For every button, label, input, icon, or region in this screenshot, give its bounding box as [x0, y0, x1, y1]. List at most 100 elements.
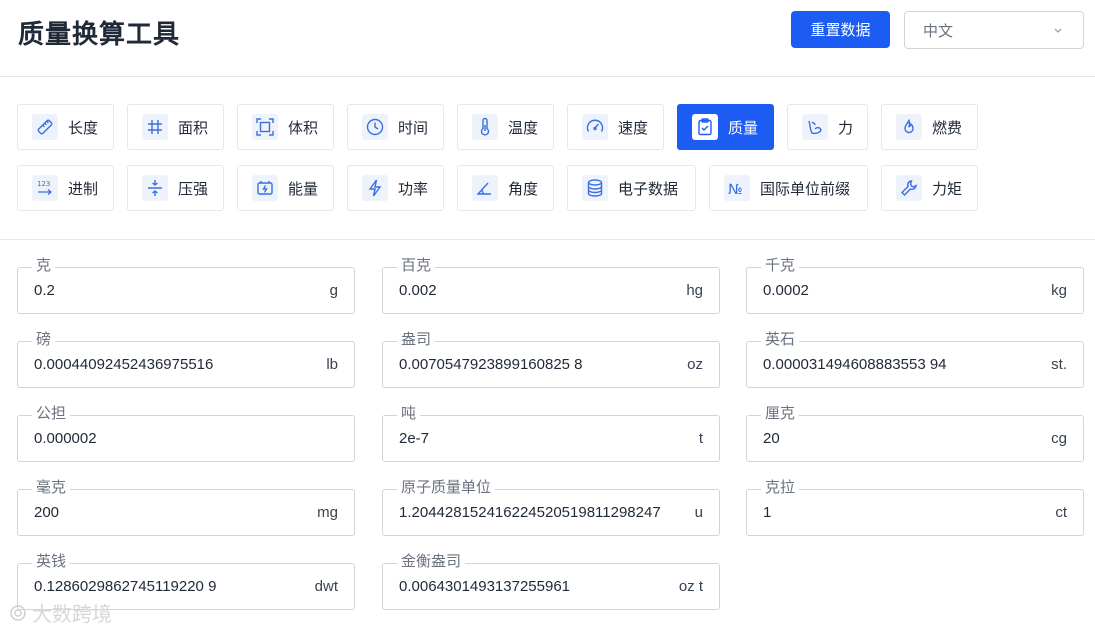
speedometer-icon: [582, 114, 608, 140]
field-unit: st.: [1051, 356, 1067, 373]
category-angle[interactable]: 角度: [457, 165, 554, 211]
flame-icon: [896, 114, 922, 140]
compress-icon: [142, 175, 168, 201]
field-value[interactable]: 1.204428152416224520519811298247474: [399, 503, 661, 523]
watermark: 大数跨境: [8, 598, 112, 627]
category-label: 能量: [288, 180, 319, 198]
svg-text:№: №: [728, 182, 743, 198]
category-volume[interactable]: 体积: [237, 104, 334, 150]
category-area[interactable]: 面积: [127, 104, 224, 150]
field-label: 英石: [761, 330, 800, 350]
unit-field-ton[interactable]: 吨 2e-7 t: [382, 404, 720, 462]
numero-icon: №: [724, 175, 750, 201]
field-unit: cg: [1051, 430, 1067, 447]
language-value: 中文: [923, 22, 954, 40]
field-unit: t: [698, 430, 703, 447]
thermometer-icon: [472, 114, 498, 140]
unit-field-milligram[interactable]: 毫克 200 mg: [17, 478, 355, 536]
field-label: 千克: [761, 256, 800, 276]
category-label: 力: [838, 119, 854, 137]
category-speed[interactable]: 速度: [567, 104, 664, 150]
unit-field-gram[interactable]: 克 0.2 g: [17, 256, 355, 314]
category-label: 燃费: [932, 119, 963, 137]
field-label: 克: [32, 256, 56, 276]
field-unit: u: [694, 504, 703, 521]
category-label: 温度: [508, 119, 539, 137]
lightning-icon: [362, 175, 388, 201]
field-value[interactable]: 2e-7: [399, 429, 661, 449]
field-label: 公担: [32, 404, 71, 424]
category-mass[interactable]: 质量: [677, 104, 774, 150]
category-label: 国际单位前缀: [760, 180, 851, 198]
category-label: 体积: [288, 119, 319, 137]
field-label: 原子质量单位: [397, 478, 496, 498]
field-value[interactable]: 0.1286029862745119220 9: [34, 577, 296, 597]
category-power[interactable]: 功率: [347, 165, 444, 211]
svg-text:123: 123: [37, 180, 50, 188]
field-value[interactable]: 0.00044092452436975516: [34, 355, 296, 375]
category-label: 长度: [68, 119, 99, 137]
battery-charge-icon: [252, 175, 278, 201]
category-label: 压强: [178, 180, 209, 198]
category-label: 速度: [618, 119, 649, 137]
field-value[interactable]: 0.0070547923899160825 8: [399, 355, 661, 375]
angle-icon: [472, 175, 498, 201]
category-energy[interactable]: 能量: [237, 165, 334, 211]
field-unit: oz: [687, 356, 703, 373]
category-bar: 长度 面积 体积 时间 温度 速度 质量 力 燃费 123 进制 压强 能量 功…: [0, 77, 1095, 240]
field-unit: ct: [1055, 504, 1067, 521]
field-value[interactable]: 0.002: [399, 281, 661, 301]
hash-icon: [142, 114, 168, 140]
muscle-icon: [802, 114, 828, 140]
category-force[interactable]: 力: [787, 104, 868, 150]
database-icon: [582, 175, 608, 201]
field-unit: lb: [326, 356, 338, 373]
language-select[interactable]: 中文: [904, 11, 1084, 49]
field-unit: g: [329, 282, 338, 299]
clock-icon: [362, 114, 388, 140]
unit-field-kilogram[interactable]: 千克 0.0002 kg: [746, 256, 1084, 314]
field-value[interactable]: 0.2: [34, 281, 296, 301]
wrench-icon: [896, 175, 922, 201]
watermark-logo-icon: [10, 604, 26, 621]
field-value[interactable]: 0.000031494608883553 94: [763, 355, 1025, 375]
category-data[interactable]: 电子数据: [567, 165, 696, 211]
field-label: 克拉: [761, 478, 800, 498]
field-value[interactable]: 200: [34, 503, 296, 523]
category-label: 角度: [508, 180, 539, 198]
page-title: 质量换算工具: [18, 19, 181, 49]
unit-field-centigram[interactable]: 厘克 20 cg: [746, 404, 1084, 462]
ruler-icon: [32, 114, 58, 140]
category-label: 电子数据: [618, 180, 679, 198]
field-label: 厘克: [761, 404, 800, 424]
field-value[interactable]: 0.0002: [763, 281, 1025, 301]
category-length[interactable]: 长度: [17, 104, 114, 150]
field-value[interactable]: 1: [763, 503, 1025, 523]
field-label: 盎司: [397, 330, 436, 350]
unit-field-quintal[interactable]: 公担 0.000002: [17, 404, 355, 462]
category-temperature[interactable]: 温度: [457, 104, 554, 150]
category-fuel[interactable]: 燃费: [881, 104, 978, 150]
category-torque[interactable]: 力矩: [881, 165, 978, 211]
category-radix[interactable]: 123 进制: [17, 165, 114, 211]
field-label: 金衡盎司: [397, 552, 466, 572]
clipboard-check-icon: [692, 114, 718, 140]
unit-field-troy-ounce[interactable]: 金衡盎司 0.0064301493137255961 oz t: [382, 552, 720, 610]
field-label: 英钱: [32, 552, 71, 572]
unit-field-pound[interactable]: 磅 0.00044092452436975516 lb: [17, 330, 355, 388]
field-value[interactable]: 0.000002: [34, 429, 296, 449]
field-label: 毫克: [32, 478, 71, 498]
category-time[interactable]: 时间: [347, 104, 444, 150]
category-label: 进制: [68, 180, 99, 198]
unit-field-stone[interactable]: 英石 0.000031494608883553 94 st.: [746, 330, 1084, 388]
reset-data-button[interactable]: 重置数据: [791, 11, 890, 48]
unit-field-carat[interactable]: 克拉 1 ct: [746, 478, 1084, 536]
category-si-prefix[interactable]: № 国际单位前缀: [709, 165, 868, 211]
field-value[interactable]: 0.0064301493137255961: [399, 577, 661, 597]
unit-field-ounce[interactable]: 盎司 0.0070547923899160825 8 oz: [382, 330, 720, 388]
unit-field-atomic-mass-unit[interactable]: 原子质量单位 1.2044281524162245205198112982474…: [382, 478, 720, 536]
field-value[interactable]: 20: [763, 429, 1025, 449]
category-label: 功率: [398, 180, 429, 198]
category-pressure[interactable]: 压强: [127, 165, 224, 211]
unit-field-hectogram[interactable]: 百克 0.002 hg: [382, 256, 720, 314]
